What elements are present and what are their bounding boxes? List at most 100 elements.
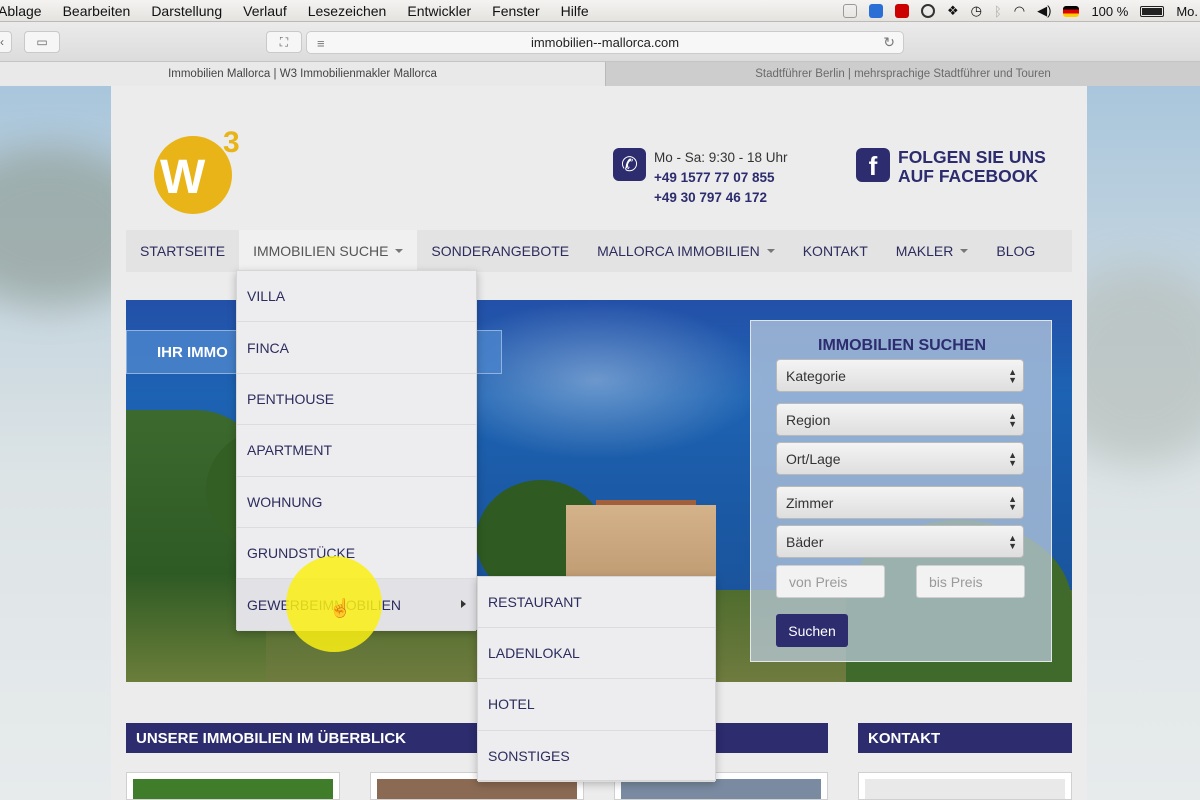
nav-startseite[interactable]: STARTSEITE (126, 230, 239, 272)
select-arrows-icon: ▲ ▼ (1008, 411, 1017, 429)
browser-toolbar: ‹ ▭ ⛶ ≡ immobilien--mallorca.com ↻ (0, 22, 1200, 62)
property-thumbnail[interactable] (126, 772, 340, 800)
thumbnail-image (133, 779, 333, 799)
battery-percent[interactable]: 100 % (1091, 4, 1128, 19)
menu-ablage[interactable]: Ablage (0, 3, 42, 19)
nav-kontakt[interactable]: KONTAKT (789, 230, 882, 272)
search-title: IMMOBILIEN SUCHEN (818, 337, 986, 354)
nav-label: SONDERANGEBOTE (431, 243, 570, 259)
shield-icon[interactable] (868, 4, 883, 18)
ort-lage-select[interactable]: Ort/Lage ▲ ▼ (776, 442, 1024, 475)
dropdown-item-finca[interactable]: FINCA (237, 322, 476, 374)
recording-icon[interactable] (894, 4, 909, 18)
phone-number-1[interactable]: +49 1577 77 07 855 (654, 168, 854, 188)
tab-immobilien[interactable]: Immobilien Mallorca | W3 Immobilienmakle… (0, 62, 606, 86)
phone-number-2[interactable]: +49 30 797 46 172 (654, 188, 854, 208)
sea-highlight (426, 300, 766, 460)
menu-entwickler[interactable]: Entwickler (407, 3, 471, 19)
nav-label: MALLORCA IMMOBILIEN (597, 243, 760, 259)
gewerbeimmobilien-submenu: RESTAURANT LADENLOKAL HOTEL SONSTIGES (477, 576, 716, 782)
status-area: ❖ ◷ ᛒ ◠ ◀) 100 % Mo. (842, 0, 1200, 22)
tab-stadtfuehrer[interactable]: Stadtführer Berlin | mehrsprachige Stadt… (606, 62, 1200, 86)
back-button[interactable]: ‹ (0, 31, 12, 53)
volume-icon[interactable]: ◀) (1037, 3, 1051, 19)
hand-cursor-icon: ☝ (329, 598, 352, 618)
user-menu[interactable]: Mo. (1176, 4, 1198, 19)
menu-lesezeichen[interactable]: Lesezeichen (308, 3, 387, 19)
submenu-item-ladenlokal[interactable]: LADENLOKAL (478, 628, 715, 680)
chevron-down-icon (395, 249, 404, 253)
zimmer-select[interactable]: Zimmer ▲ ▼ (776, 486, 1024, 519)
nav-label: BLOG (996, 243, 1036, 259)
select-value: Zimmer (786, 494, 834, 511)
select-arrows-icon: ▲ ▼ (1008, 533, 1017, 551)
url-text: immobilien--mallorca.com (530, 35, 680, 50)
menu-hilfe[interactable]: Hilfe (561, 3, 589, 19)
facebook-text[interactable]: FOLGEN SIE UNS AUF FACEBOOK (898, 148, 1068, 186)
thumbnail-image (865, 779, 1065, 799)
wifi-icon[interactable]: ◠ (1014, 3, 1025, 19)
reader-icon[interactable]: ≡ (317, 36, 325, 51)
chevron-down-icon (960, 249, 969, 253)
price-to-input[interactable]: bis Preis (916, 565, 1025, 598)
search-panel: IMMOBILIEN SUCHEN Kategorie ▲ ▼ Region ▲ ▼ O… (750, 320, 1052, 662)
sidebar-toggle-icon[interactable]: ▭ (24, 31, 60, 53)
battery-icon[interactable] (1140, 5, 1165, 17)
price-from-input[interactable]: von Preis (776, 565, 885, 598)
dropdown-item-apartment[interactable]: APARTMENT (237, 425, 476, 477)
main-navigation: STARTSEITE IMMOBILIEN SUCHE SONDERANGEBO… (126, 230, 1072, 272)
menu-bearbeiten[interactable]: Bearbeiten (63, 3, 131, 19)
dropbox-icon[interactable]: ❖ (947, 3, 959, 19)
tab-bar: Immobilien Mallorca | W3 Immobilienmakle… (0, 62, 1200, 86)
logo-letter: W (160, 151, 205, 204)
system-menu-bar: Ablage Bearbeiten Darstellung Verlauf Le… (0, 0, 1200, 22)
nav-blog[interactable]: BLOG (982, 230, 1049, 272)
nav-makler[interactable]: MAKLER (882, 230, 983, 272)
keyboard-flag-icon[interactable] (1063, 5, 1080, 17)
share-icon[interactable]: ⛶ (266, 31, 302, 53)
app-status-icon[interactable] (842, 4, 857, 18)
select-value: Kategorie (786, 367, 846, 384)
time-machine-icon[interactable]: ◷ (971, 3, 982, 19)
menu-fenster[interactable]: Fenster (492, 3, 539, 19)
opening-hours: Mo - Sa: 9:30 - 18 Uhr (654, 150, 788, 165)
nav-label: IMMOBILIEN SUCHE (253, 243, 389, 259)
facebook-line-1: FOLGEN SIE UNS (898, 147, 1046, 167)
menu-darstellung[interactable]: Darstellung (151, 3, 222, 19)
select-arrows-icon: ▲ ▼ (1008, 494, 1017, 512)
region-select[interactable]: Region ▲ ▼ (776, 403, 1024, 436)
reload-icon[interactable]: ↻ (883, 34, 895, 51)
select-value: Ort/Lage (786, 450, 841, 467)
w3-logo[interactable]: W 3 (154, 126, 244, 216)
chevron-right-icon (461, 600, 466, 609)
thumbnail-image (621, 779, 821, 799)
nav-label: STARTSEITE (140, 243, 226, 259)
facebook-icon[interactable]: f (856, 148, 890, 182)
nav-mallorca-immobilien[interactable]: MALLORCA IMMOBILIEN (583, 230, 789, 272)
nav-immobilien-suche[interactable]: IMMOBILIEN SUCHE (239, 230, 418, 272)
select-arrows-icon: ▲ ▼ (1008, 450, 1017, 468)
bluetooth-icon[interactable]: ᛒ (994, 4, 1002, 19)
dropdown-item-penthouse[interactable]: PENTHOUSE (237, 374, 476, 426)
select-value: Region (786, 411, 831, 428)
address-bar[interactable]: ≡ immobilien--mallorca.com ↻ (306, 31, 904, 54)
contact-thumbnail (858, 772, 1072, 800)
submenu-item-sonstiges[interactable]: SONSTIGES (478, 731, 715, 782)
kategorie-select[interactable]: Kategorie ▲ ▼ (776, 359, 1024, 392)
select-arrows-icon: ▲ ▼ (1008, 367, 1017, 385)
contact-text: Mo - Sa: 9:30 - 18 Uhr +49 1577 77 07 85… (654, 148, 854, 208)
submenu-item-hotel[interactable]: HOTEL (478, 679, 715, 731)
dropdown-item-wohnung[interactable]: WOHNUNG (237, 477, 476, 528)
nav-sonderangebote[interactable]: SONDERANGEBOTE (417, 230, 583, 272)
submenu-item-restaurant[interactable]: RESTAURANT (478, 577, 715, 629)
nav-label: MAKLER (895, 243, 954, 259)
sync-icon[interactable] (920, 4, 935, 18)
menu-verlauf[interactable]: Verlauf (243, 3, 287, 19)
logo-superscript: 3 (223, 126, 240, 159)
contact-header: KONTAKT (858, 723, 1072, 753)
dropdown-item-villa[interactable]: VILLA (237, 271, 476, 323)
search-button[interactable]: Suchen (776, 614, 848, 647)
phone-icon: ✆ (613, 148, 646, 181)
chevron-down-icon (766, 249, 775, 253)
baeder-select[interactable]: Bäder ▲ ▼ (776, 525, 1024, 558)
